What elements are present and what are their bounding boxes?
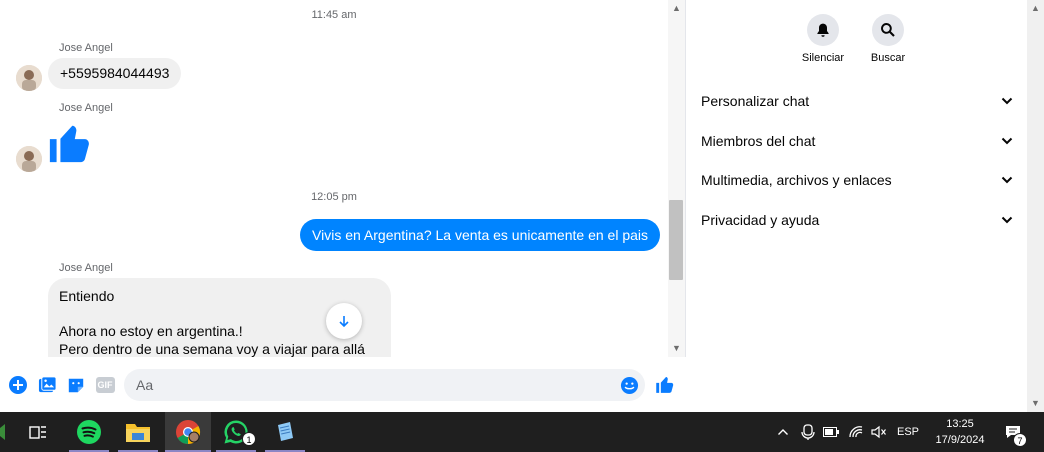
notification-icon[interactable]: 7 [1000, 412, 1027, 452]
sender-name: Jose Angel [59, 262, 113, 274]
volume-muted-icon[interactable] [868, 412, 890, 452]
avatar[interactable] [16, 65, 42, 91]
thumbs-up-icon[interactable] [47, 120, 93, 171]
scroll-up-icon[interactable]: ▲ [668, 0, 685, 17]
message-bubble-outgoing[interactable]: Vivis en Argentina? La venta es unicamen… [300, 219, 660, 251]
scroll-to-bottom-button[interactable] [326, 303, 362, 339]
whatsapp-icon[interactable]: 1 [216, 412, 256, 452]
search-button[interactable]: Buscar [853, 14, 923, 64]
message-input[interactable] [124, 369, 645, 401]
scroll-down-icon[interactable]: ▼ [1027, 395, 1044, 412]
start-icon[interactable] [0, 412, 12, 452]
sender-name: Jose Angel [59, 102, 113, 114]
like-send-icon[interactable] [655, 374, 675, 394]
chevron-down-icon [1001, 213, 1013, 227]
section-label: Privacidad y ayuda [701, 212, 820, 228]
scrollbar-thumb[interactable] [669, 200, 683, 280]
section-customize-chat[interactable]: Personalizar chat [701, 90, 1013, 112]
whatsapp-badge: 1 [242, 432, 256, 446]
section-label: Personalizar chat [701, 93, 810, 109]
mute-label: Silenciar [801, 52, 845, 64]
message-line: Entiendo [59, 288, 115, 304]
message-composer: GIF [0, 357, 686, 412]
wifi-icon[interactable] [845, 412, 867, 452]
timestamp: 11:45 am [311, 9, 357, 21]
search-icon [872, 14, 904, 46]
chat-pane: 11:45 am Jose Angel +5595984044493 Jose … [0, 0, 686, 412]
plus-icon[interactable] [8, 375, 28, 395]
battery-icon[interactable] [820, 412, 842, 452]
gif-icon[interactable]: GIF [95, 375, 115, 395]
message-line: Pero dentro de una semana voy a viajar p… [59, 341, 365, 357]
file-explorer-icon[interactable] [118, 412, 158, 452]
chevron-down-icon [1001, 94, 1013, 108]
gif-label: GIF [95, 377, 115, 393]
section-label: Miembros del chat [701, 133, 816, 149]
chat-info-panel: Silenciar Buscar Personalizar chat Miemb… [686, 0, 1027, 412]
scroll-down-icon[interactable]: ▼ [668, 340, 685, 357]
emoji-icon[interactable] [620, 376, 639, 400]
language-indicator[interactable]: ESP [894, 412, 922, 452]
chevron-up-icon[interactable] [773, 412, 793, 452]
section-chat-members[interactable]: Miembros del chat [701, 130, 1013, 152]
spotify-icon[interactable] [69, 412, 109, 452]
message-list[interactable]: 11:45 am Jose Angel +5595984044493 Jose … [0, 0, 668, 357]
page-scrollbar[interactable]: ▲ ▼ [1027, 0, 1044, 412]
chevron-down-icon [1001, 173, 1013, 187]
section-privacy-help[interactable]: Privacidad y ayuda [701, 209, 1013, 231]
section-media-files-links[interactable]: Multimedia, archivos y enlaces [701, 169, 1013, 191]
chevron-down-icon [1001, 134, 1013, 148]
mute-button[interactable]: Silenciar [788, 14, 858, 64]
notepad-icon[interactable] [265, 412, 305, 452]
clock-time: 13:25 [946, 418, 974, 430]
arrow-down-icon [339, 316, 349, 328]
chrome-icon[interactable] [165, 412, 211, 452]
scroll-up-icon[interactable]: ▲ [1027, 0, 1044, 17]
clock-date: 17/9/2024 [935, 434, 985, 446]
chat-scrollbar[interactable]: ▲ ▼ [668, 0, 685, 357]
meet-now-icon[interactable] [797, 412, 819, 452]
sender-name: Jose Angel [59, 42, 113, 54]
gallery-icon[interactable] [37, 375, 57, 395]
system-clock[interactable]: 13:25 17/9/2024 [920, 416, 1000, 448]
message-bubble[interactable]: +5595984044493 [48, 58, 182, 89]
search-label: Buscar [870, 52, 906, 64]
sticker-icon[interactable] [66, 375, 86, 395]
task-view-icon[interactable] [18, 412, 58, 452]
timestamp: 12:05 pm [311, 191, 357, 203]
notification-badge: 7 [1013, 433, 1027, 447]
section-label: Multimedia, archivos y enlaces [701, 172, 892, 188]
windows-taskbar: 1 ESP 13:25 17/9/2024 7 [0, 412, 1044, 452]
avatar[interactable] [16, 146, 42, 172]
bell-icon [807, 14, 839, 46]
